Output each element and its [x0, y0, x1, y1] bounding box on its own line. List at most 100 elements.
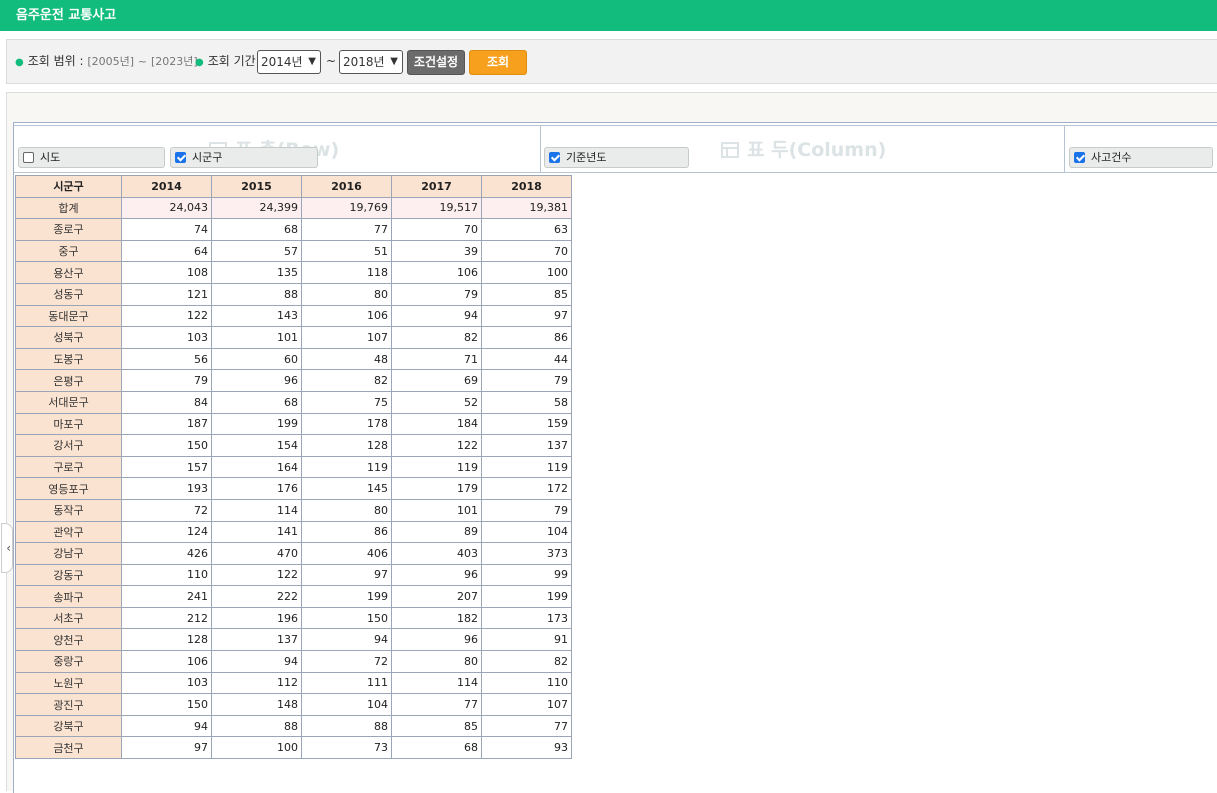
value-cell[interactable]: 122: [391, 434, 482, 457]
value-cell[interactable]: 107: [301, 326, 392, 349]
value-cell[interactable]: 19,517: [391, 196, 482, 220]
value-cell[interactable]: 99: [481, 563, 572, 587]
value-cell[interactable]: 119: [391, 455, 482, 479]
value-cell[interactable]: 178: [301, 412, 392, 436]
value-cell[interactable]: 70: [391, 218, 482, 241]
row-label-cell[interactable]: 강서구: [15, 434, 122, 457]
value-cell[interactable]: 79: [121, 369, 212, 392]
row-label-cell[interactable]: 강남구: [15, 542, 122, 565]
value-cell[interactable]: 141: [211, 520, 302, 544]
value-cell[interactable]: 207: [391, 585, 482, 608]
field-chip-sido[interactable]: 시도: [18, 147, 165, 168]
value-cell[interactable]: 64: [121, 239, 212, 263]
value-cell[interactable]: 94: [211, 650, 302, 673]
value-cell[interactable]: 85: [391, 714, 482, 738]
row-header-cell[interactable]: 시군구: [15, 175, 122, 198]
value-cell[interactable]: 101: [391, 498, 482, 522]
row-label-cell[interactable]: 광진구: [15, 693, 122, 716]
value-cell[interactable]: 196: [211, 606, 302, 630]
to-year-select[interactable]: 2018년 ▼: [339, 50, 403, 74]
value-cell[interactable]: 122: [121, 304, 212, 328]
value-cell[interactable]: 187: [121, 412, 212, 436]
value-cell[interactable]: 182: [391, 606, 482, 630]
from-year-select[interactable]: 2014년 ▼: [257, 50, 321, 74]
value-cell[interactable]: 107: [481, 693, 572, 716]
value-cell[interactable]: 100: [211, 736, 302, 760]
value-cell[interactable]: 373: [481, 542, 572, 565]
value-cell[interactable]: 199: [211, 412, 302, 436]
value-cell[interactable]: 94: [121, 714, 212, 738]
value-cell[interactable]: 80: [301, 498, 392, 522]
checkbox-unchecked-icon[interactable]: [23, 152, 34, 163]
value-cell[interactable]: 101: [211, 326, 302, 349]
value-cell[interactable]: 19,769: [301, 196, 392, 220]
value-cell[interactable]: 212: [121, 606, 212, 630]
value-cell[interactable]: 68: [211, 390, 302, 414]
value-cell[interactable]: 48: [301, 347, 392, 371]
row-label-cell[interactable]: 영등포구: [15, 477, 122, 500]
value-cell[interactable]: 119: [301, 455, 392, 479]
column-header-cell[interactable]: 2016: [301, 175, 392, 198]
row-label-cell[interactable]: 구로구: [15, 455, 122, 479]
value-cell[interactable]: 114: [211, 498, 302, 522]
column-header-cell[interactable]: 2014: [121, 175, 212, 198]
value-cell[interactable]: 91: [481, 628, 572, 652]
row-label-cell[interactable]: 합계: [15, 196, 122, 220]
value-cell[interactable]: 106: [121, 650, 212, 673]
value-cell[interactable]: 128: [121, 628, 212, 652]
value-cell[interactable]: 124: [121, 520, 212, 544]
value-cell[interactable]: 63: [481, 218, 572, 241]
row-label-cell[interactable]: 마포구: [15, 412, 122, 436]
value-cell[interactable]: 77: [301, 218, 392, 241]
value-cell[interactable]: 79: [391, 282, 482, 306]
value-cell[interactable]: 80: [301, 282, 392, 306]
collapse-handle[interactable]: ‹: [1, 523, 13, 573]
row-label-cell[interactable]: 강동구: [15, 563, 122, 587]
field-chip-count[interactable]: 사고건수: [1069, 147, 1213, 168]
value-cell[interactable]: 93: [481, 736, 572, 760]
value-cell[interactable]: 68: [211, 218, 302, 241]
search-button[interactable]: 조회: [469, 50, 527, 75]
column-header-cell[interactable]: 2018: [481, 175, 572, 198]
value-cell[interactable]: 86: [481, 326, 572, 349]
row-label-cell[interactable]: 서초구: [15, 606, 122, 630]
value-cell[interactable]: 69: [391, 369, 482, 392]
row-label-cell[interactable]: 성동구: [15, 282, 122, 306]
checkbox-checked-icon[interactable]: [549, 152, 560, 163]
value-cell[interactable]: 70: [481, 239, 572, 263]
value-cell[interactable]: 74: [121, 218, 212, 241]
row-label-cell[interactable]: 노원구: [15, 671, 122, 695]
value-cell[interactable]: 80: [391, 650, 482, 673]
value-cell[interactable]: 172: [481, 477, 572, 500]
value-cell[interactable]: 60: [211, 347, 302, 371]
value-cell[interactable]: 100: [481, 261, 572, 284]
row-label-cell[interactable]: 종로구: [15, 218, 122, 241]
value-cell[interactable]: 164: [211, 455, 302, 479]
value-cell[interactable]: 58: [481, 390, 572, 414]
value-cell[interactable]: 89: [391, 520, 482, 544]
row-label-cell[interactable]: 중구: [15, 239, 122, 263]
value-cell[interactable]: 77: [391, 693, 482, 716]
value-cell[interactable]: 82: [391, 326, 482, 349]
value-cell[interactable]: 96: [391, 628, 482, 652]
value-cell[interactable]: 51: [301, 239, 392, 263]
value-cell[interactable]: 56: [121, 347, 212, 371]
value-cell[interactable]: 106: [301, 304, 392, 328]
row-label-cell[interactable]: 도봉구: [15, 347, 122, 371]
value-cell[interactable]: 128: [301, 434, 392, 457]
value-cell[interactable]: 82: [301, 369, 392, 392]
value-cell[interactable]: 199: [301, 585, 392, 608]
value-cell[interactable]: 193: [121, 477, 212, 500]
value-cell[interactable]: 137: [481, 434, 572, 457]
value-cell[interactable]: 103: [121, 671, 212, 695]
value-cell[interactable]: 110: [481, 671, 572, 695]
row-label-cell[interactable]: 강북구: [15, 714, 122, 738]
value-cell[interactable]: 143: [211, 304, 302, 328]
column-header-cell[interactable]: 2017: [391, 175, 482, 198]
row-label-cell[interactable]: 동작구: [15, 498, 122, 522]
value-cell[interactable]: 52: [391, 390, 482, 414]
value-cell[interactable]: 88: [211, 282, 302, 306]
value-cell[interactable]: 94: [391, 304, 482, 328]
row-label-cell[interactable]: 관악구: [15, 520, 122, 544]
value-cell[interactable]: 148: [211, 693, 302, 716]
